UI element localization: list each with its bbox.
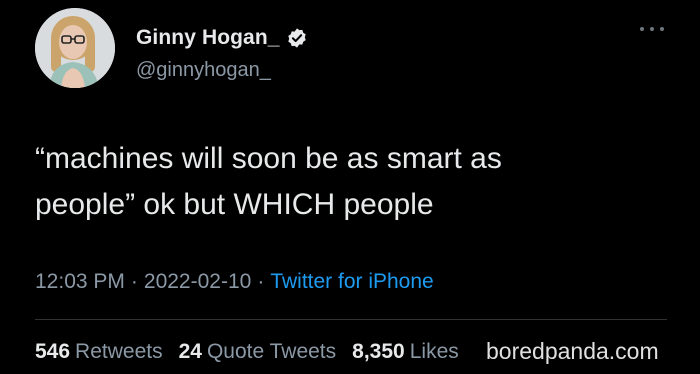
tweet-stats: 546 Retweets 24 Quote Tweets 8,350 Likes [35, 340, 459, 364]
quote-tweets-label: Quote Tweets [206, 340, 337, 363]
more-options-icon[interactable] [640, 22, 664, 36]
retweets-count: 546 [35, 340, 71, 363]
profile-avatar[interactable] [35, 8, 115, 88]
stats-divider [35, 319, 667, 320]
tweet-meta: 12:03 PM · 2022-02-10 · Twitter for iPhone [35, 270, 434, 294]
quote-tweets-stat[interactable]: 24 Quote Tweets [179, 340, 337, 364]
more-dot [650, 27, 654, 31]
more-dot [660, 27, 664, 31]
tweet-card: Ginny Hogan_ @ginnyhogan_ “machines will… [0, 0, 700, 374]
likes-count: 8,350 [352, 340, 405, 363]
tweet-source-link[interactable]: Twitter for iPhone [270, 270, 433, 293]
retweets-label: Retweets [75, 340, 163, 363]
avatar-image [35, 8, 115, 88]
tweet-date[interactable]: 2022-02-10 [144, 270, 251, 293]
likes-label: Likes [409, 340, 459, 363]
watermark: boredpanda.com [486, 338, 659, 364]
author-handle[interactable]: @ginnyhogan_ [136, 59, 271, 82]
quote-tweets-count: 24 [178, 340, 202, 363]
meta-separator: · [257, 270, 265, 293]
author-display-name[interactable]: Ginny Hogan_ [136, 26, 280, 50]
author-name-row[interactable]: Ginny Hogan_ [136, 26, 308, 50]
more-dot [640, 27, 644, 31]
retweets-stat[interactable]: 546 Retweets [35, 340, 163, 364]
verified-badge-icon [286, 27, 308, 49]
tweet-time[interactable]: 12:03 PM [35, 270, 125, 293]
tweet-text: “machines will soon be as smart as peopl… [35, 142, 502, 221]
likes-stat[interactable]: 8,350 Likes [352, 340, 459, 364]
meta-separator: · [130, 270, 138, 293]
